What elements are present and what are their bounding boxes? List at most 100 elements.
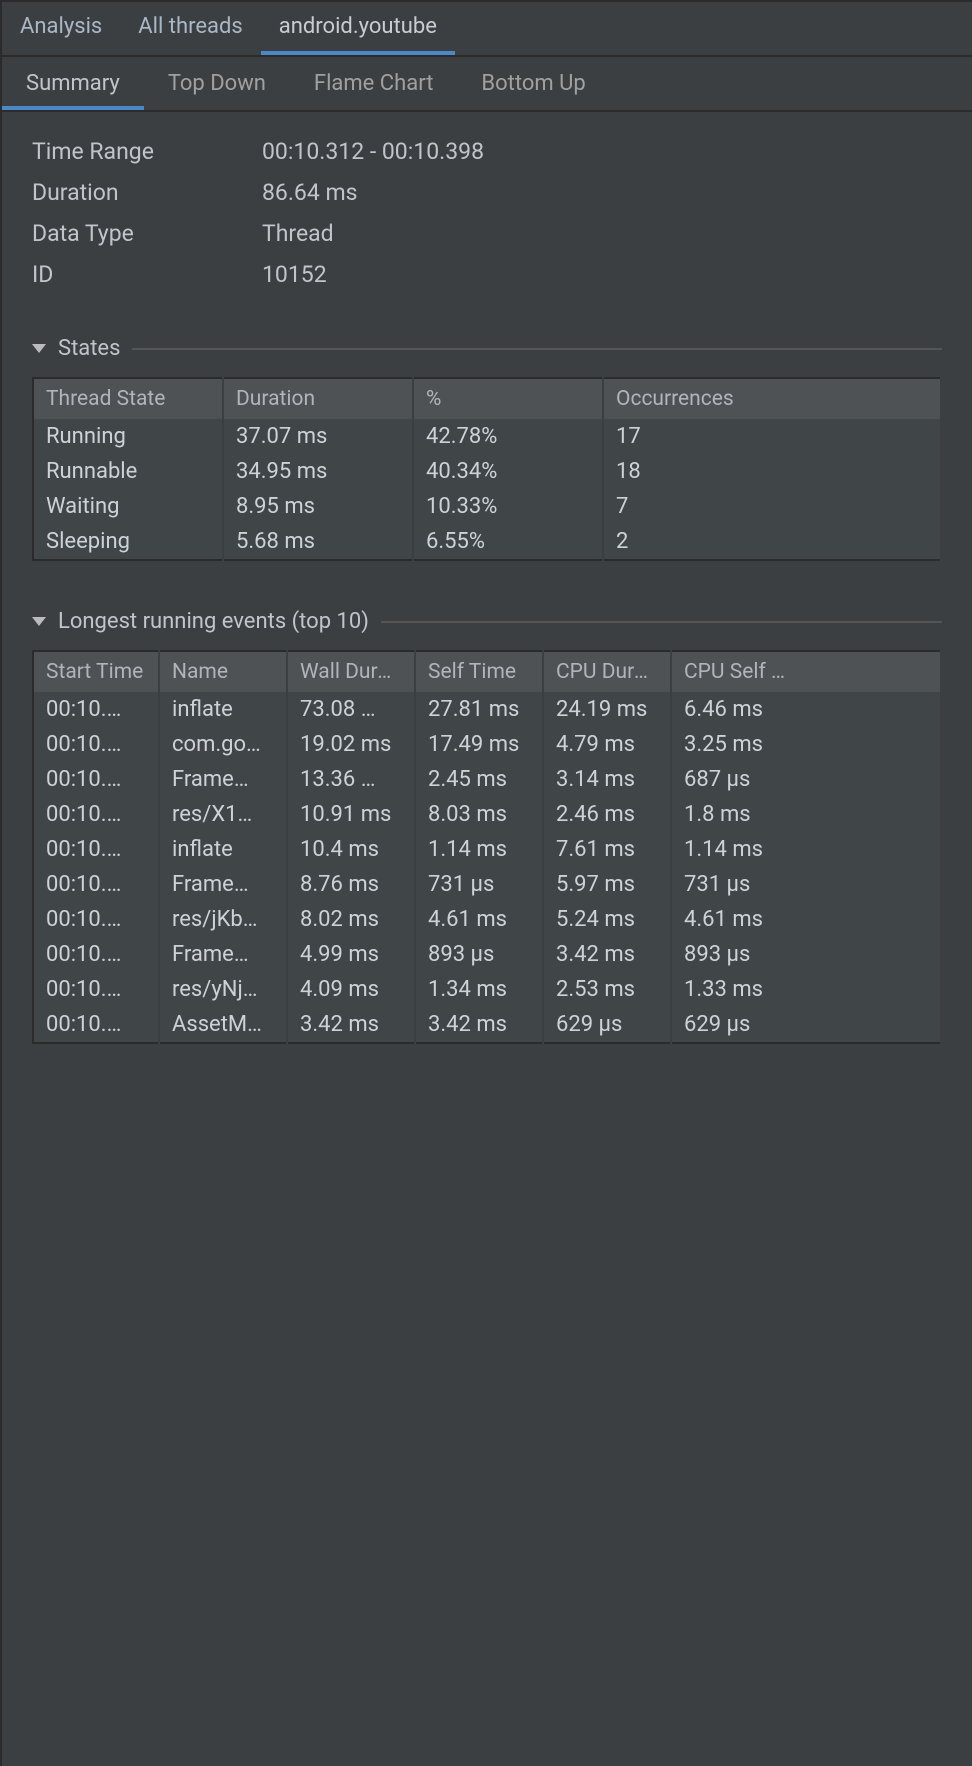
cell-wall: 19.02 ms [287,727,415,762]
table-row[interactable]: Running37.07 ms42.78%17 [33,419,941,454]
events-title: Longest running events (top 10) [58,609,369,634]
table-row[interactable]: Sleeping5.68 ms6.55%2 [33,524,941,560]
tab-process[interactable]: android.youtube [261,2,455,55]
col-self-time[interactable]: Self Time [415,651,543,692]
tab-top-down[interactable]: Top Down [144,57,290,110]
events-header[interactable]: Longest running events (top 10) [32,609,942,634]
table-row[interactable]: 00:10.…res/jKb…8.02 ms4.61 ms5.24 ms4.61… [33,902,941,937]
table-row[interactable]: 00:10.…Frame…8.76 ms731 µs5.97 ms731 µs [33,867,941,902]
cell-occurrences: 7 [603,489,941,524]
cell-start: 00:10.… [33,762,159,797]
tab-analysis[interactable]: Analysis [2,2,120,55]
cell-percent: 40.34% [413,454,603,489]
duration-value: 86.64 ms [262,179,942,206]
cell-cpu: 5.97 ms [543,867,671,902]
cell-cpu: 629 µs [543,1007,671,1043]
col-wall-duration[interactable]: Wall Dura… [287,651,415,692]
cell-cpu: 2.46 ms [543,797,671,832]
cell-name: inflate [159,832,287,867]
cell-wall: 4.99 ms [287,937,415,972]
table-row[interactable]: 00:10.…inflate10.4 ms1.14 ms7.61 ms1.14 … [33,832,941,867]
cell-start: 00:10.… [33,1007,159,1043]
table-row[interactable]: 00:10.…AssetM…3.42 ms3.42 ms629 µs629 µs [33,1007,941,1043]
tab-summary[interactable]: Summary [2,57,144,110]
tab-flame-chart[interactable]: Flame Chart [290,57,458,110]
cell-wall: 10.91 ms [287,797,415,832]
col-occurrences[interactable]: Occurrences [603,378,941,419]
col-duration[interactable]: Duration [223,378,413,419]
profiler-panel: Analysis All threads android.youtube Sum… [0,0,972,1766]
cell-self: 27.81 ms [415,692,543,727]
cell-wall: 8.02 ms [287,902,415,937]
table-row[interactable]: Runnable34.95 ms40.34%18 [33,454,941,489]
cell-self: 1.14 ms [415,832,543,867]
cell-duration: 34.95 ms [223,454,413,489]
cell-cpu: 3.14 ms [543,762,671,797]
cell-occurrences: 17 [603,419,941,454]
cell-self: 8.03 ms [415,797,543,832]
cell-cpu: 3.42 ms [543,937,671,972]
id-label: ID [32,261,262,288]
states-table: Thread State Duration % Occurrences Runn… [32,377,942,561]
cell-start: 00:10.… [33,832,159,867]
col-thread-state[interactable]: Thread State [33,378,223,419]
table-row[interactable]: 00:10.…com.go…19.02 ms17.49 ms4.79 ms3.2… [33,727,941,762]
cell-percent: 10.33% [413,489,603,524]
cell-self: 2.45 ms [415,762,543,797]
cell-cpuSelf: 731 µs [671,867,941,902]
cell-cpuSelf: 629 µs [671,1007,941,1043]
duration-label: Duration [32,179,262,206]
cell-cpuSelf: 1.8 ms [671,797,941,832]
table-row[interactable]: 00:10.…Frame…4.99 ms893 µs3.42 ms893 µs [33,937,941,972]
cell-occurrences: 18 [603,454,941,489]
cell-name: Frame… [159,762,287,797]
caret-down-icon [32,617,46,626]
col-cpu-duration[interactable]: CPU Dura… [543,651,671,692]
cell-cpuSelf: 893 µs [671,937,941,972]
time-range-value: 00:10.312 - 00:10.398 [262,138,942,165]
cell-wall: 4.09 ms [287,972,415,1007]
cell-duration: 8.95 ms [223,489,413,524]
col-start-time[interactable]: Start Time [33,651,159,692]
tab-all-threads[interactable]: All threads [120,2,260,55]
cell-wall: 10.4 ms [287,832,415,867]
cell-cpuSelf: 6.46 ms [671,692,941,727]
states-section: States Thread State Duration % Occurrenc… [32,336,942,561]
states-header[interactable]: States [32,336,942,361]
col-percent[interactable]: % [413,378,603,419]
events-header-row: Start Time Name Wall Dura… Self Time CPU… [33,651,941,692]
cell-state: Runnable [33,454,223,489]
cell-self: 17.49 ms [415,727,543,762]
col-cpu-self-time[interactable]: CPU Self … [671,651,941,692]
tab-bottom-up[interactable]: Bottom Up [457,57,609,110]
cell-start: 00:10.… [33,867,159,902]
cell-name: Frame… [159,867,287,902]
cell-name: inflate [159,692,287,727]
cell-state: Sleeping [33,524,223,560]
table-row[interactable]: 00:10.…Frame…13.36 …2.45 ms3.14 ms687 µs [33,762,941,797]
cell-occurrences: 2 [603,524,941,560]
events-table: Start Time Name Wall Dura… Self Time CPU… [32,650,942,1044]
time-range-label: Time Range [32,138,262,165]
table-row[interactable]: Waiting8.95 ms10.33%7 [33,489,941,524]
summary-info: Time Range 00:10.312 - 00:10.398 Duratio… [32,138,942,288]
cell-cpu: 24.19 ms [543,692,671,727]
cell-state: Waiting [33,489,223,524]
cell-cpuSelf: 1.14 ms [671,832,941,867]
divider [381,621,942,623]
summary-content: Time Range 00:10.312 - 00:10.398 Duratio… [2,112,972,1766]
cell-start: 00:10.… [33,692,159,727]
states-title: States [58,336,120,361]
cell-name: res/X1… [159,797,287,832]
col-name[interactable]: Name [159,651,287,692]
table-row[interactable]: 00:10.…res/yNj…4.09 ms1.34 ms2.53 ms1.33… [33,972,941,1007]
data-type-value: Thread [262,220,942,247]
table-row[interactable]: 00:10.…res/X1…10.91 ms8.03 ms2.46 ms1.8 … [33,797,941,832]
cell-duration: 5.68 ms [223,524,413,560]
cell-cpu: 4.79 ms [543,727,671,762]
cell-self: 3.42 ms [415,1007,543,1043]
cell-wall: 13.36 … [287,762,415,797]
table-row[interactable]: 00:10.…inflate73.08 …27.81 ms24.19 ms6.4… [33,692,941,727]
cell-self: 1.34 ms [415,972,543,1007]
cell-name: res/jKb… [159,902,287,937]
